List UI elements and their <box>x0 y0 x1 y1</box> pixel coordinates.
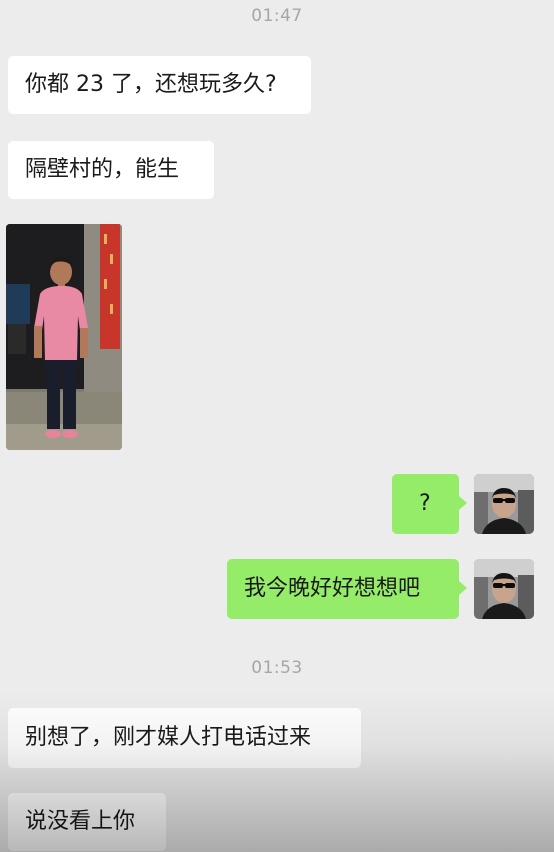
man-with-sunglasses-avatar-icon <box>474 474 534 534</box>
chat-window: 01:47 你都 23 了，还想玩多久? 隔壁村的，能生 ? 我今晚好好想想吧 … <box>0 0 554 852</box>
message-bubble-incoming[interactable]: 别想了，刚才媒人打电话过来 <box>8 708 361 768</box>
avatar[interactable] <box>474 474 534 534</box>
timestamp: 01:53 <box>251 658 303 678</box>
message-text: 别想了，刚才媒人打电话过来 <box>25 725 312 750</box>
message-bubble-outgoing[interactable]: ? <box>392 474 467 534</box>
message-text: ? <box>419 491 431 516</box>
message-text: 说没看上你 <box>25 809 136 834</box>
message-text: 隔壁村的，能生 <box>25 157 180 182</box>
message-text: 我今晚好好想想吧 <box>244 576 421 601</box>
message-bubble-incoming[interactable]: 你都 23 了，还想玩多久? <box>8 56 311 114</box>
message-text: 你都 23 了，还想玩多久? <box>25 72 277 97</box>
timestamp: 01:47 <box>251 6 303 26</box>
photo-of-woman-in-pink-shirt-icon <box>6 224 122 450</box>
man-with-sunglasses-avatar-icon <box>474 559 534 619</box>
avatar[interactable] <box>474 559 534 619</box>
message-bubble-incoming[interactable]: 隔壁村的，能生 <box>8 141 214 199</box>
photo-message[interactable] <box>6 224 122 450</box>
message-bubble-incoming[interactable]: 说没看上你 <box>8 793 166 851</box>
message-bubble-outgoing[interactable]: 我今晚好好想想吧 <box>227 559 467 619</box>
